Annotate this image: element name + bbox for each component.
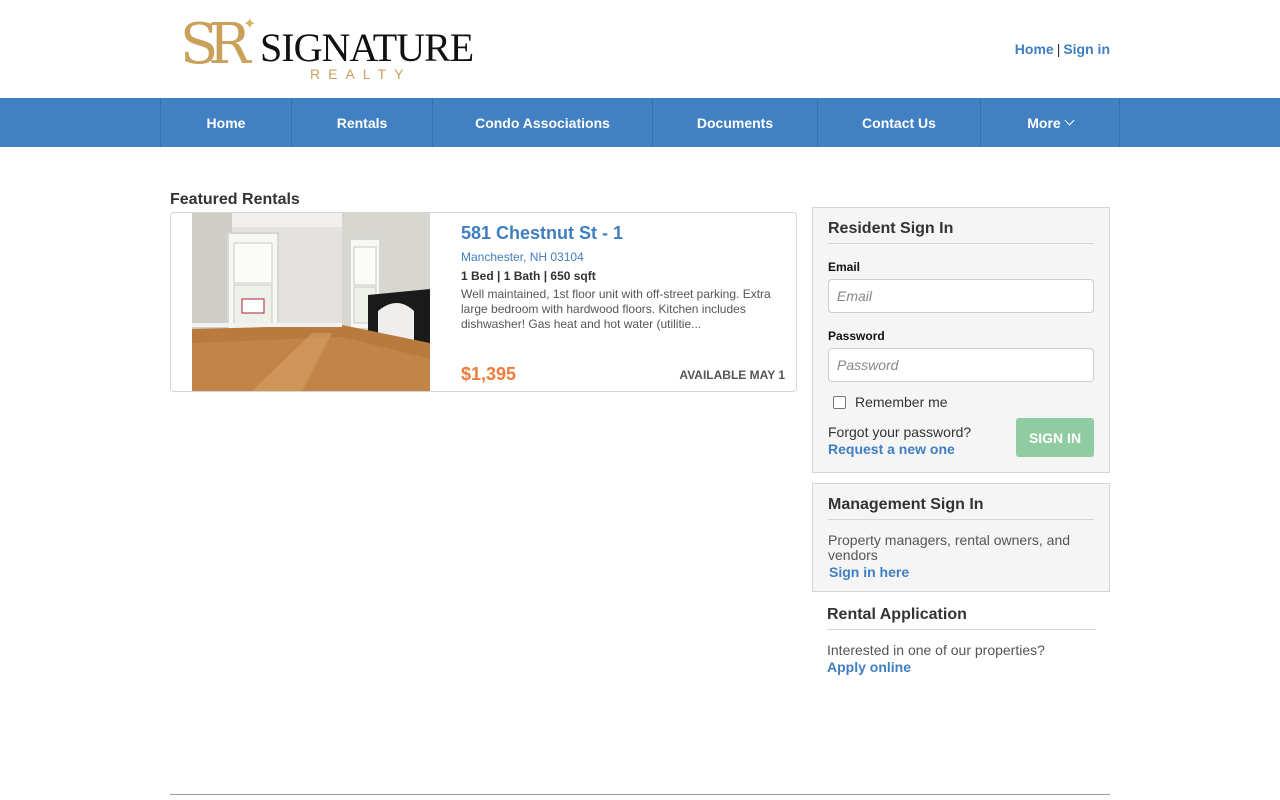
chevron-down-icon (1064, 115, 1075, 126)
rental-application-title: Rental Application (827, 606, 1096, 630)
resident-signin-panel: Resident Sign In Email Password Remember… (812, 207, 1110, 473)
management-signin-panel: Management Sign In Property managers, re… (812, 483, 1110, 592)
resident-signin-title: Resident Sign In (828, 220, 1094, 244)
sparkle-icon: ✦ (243, 16, 257, 33)
featured-rentals-heading: Featured Rentals (170, 191, 300, 208)
email-field[interactable] (828, 279, 1094, 313)
remember-me-checkbox[interactable] (833, 395, 846, 409)
forgot-password-row: Forgot your password? Request a new one … (828, 418, 1094, 464)
signature-realty-logo[interactable]: SR ✦ SIGNATURE REALTY (180, 10, 474, 88)
top-link-separator: | (1056, 41, 1061, 57)
nav-item-rentals[interactable]: Rentals (292, 98, 433, 147)
nav-item-condo-associations[interactable]: Condo Associations (433, 98, 653, 147)
remember-me-label[interactable]: Remember me (855, 394, 948, 410)
top-link-sign-in[interactable]: Sign in (1063, 41, 1110, 57)
logo-name: SIGNATURE (260, 25, 474, 70)
nav-item-label: Condo Associations (475, 114, 610, 131)
nav-item-label: Documents (696, 114, 774, 131)
main-nav: Home Rentals Condo Associations Document… (0, 98, 1280, 147)
management-sign-in-link[interactable]: Sign in here (829, 564, 1094, 580)
apply-online-link[interactable]: Apply online (827, 659, 1096, 675)
top-link-home[interactable]: Home (1015, 41, 1054, 57)
nav-item-home[interactable]: Home (161, 98, 292, 147)
listing-availability: AVAILABLE MAY 1 (679, 368, 785, 382)
logo-monogram: SR (180, 12, 250, 77)
nav-items: Home Rentals Condo Associations Document… (160, 98, 1120, 147)
nav-item-more[interactable]: More (981, 98, 1120, 147)
top-links: Home | Sign in (1015, 41, 1110, 57)
sign-in-button[interactable]: SIGN IN (1016, 418, 1094, 457)
remember-me: Remember me (828, 394, 1094, 410)
listing-price: $1,395 (461, 364, 517, 384)
management-signin-text: Property managers, rental owners, and ve… (828, 532, 1071, 563)
listing-specs: 1 Bed | 1 Bath | 650 sqft (461, 269, 596, 283)
nav-item-label: More (1027, 114, 1061, 131)
rental-application-text: Interested in one of our properties? (827, 642, 1045, 658)
password-field[interactable] (828, 348, 1094, 382)
footer-divider (170, 794, 1110, 795)
nav-item-label: Home (206, 114, 246, 131)
nav-item-label: Rentals (336, 114, 388, 131)
logo-subtitle: REALTY (310, 66, 412, 82)
listing-title-link[interactable]: 581 Chestnut St - 1 (461, 223, 623, 244)
nav-item-label: Contact Us (862, 114, 936, 131)
site-header: SR ✦ SIGNATURE REALTY Home | Sign in (0, 0, 1280, 98)
listing-city: Manchester, NH 03104 (461, 250, 584, 264)
listing-photo[interactable] (192, 213, 430, 391)
email-label: Email (828, 260, 861, 274)
nav-item-contact-us[interactable]: Contact Us (818, 98, 981, 147)
rental-application-section: Rental Application Interested in one of … (827, 606, 1096, 675)
password-label: Password (828, 329, 885, 343)
listing-description: Well maintained, 1st floor unit with off… (461, 287, 771, 331)
rental-listing-card[interactable]: 581 Chestnut St - 1 Manchester, NH 03104… (170, 212, 797, 392)
nav-item-documents[interactable]: Documents (653, 98, 818, 147)
management-signin-title: Management Sign In (828, 496, 1094, 520)
